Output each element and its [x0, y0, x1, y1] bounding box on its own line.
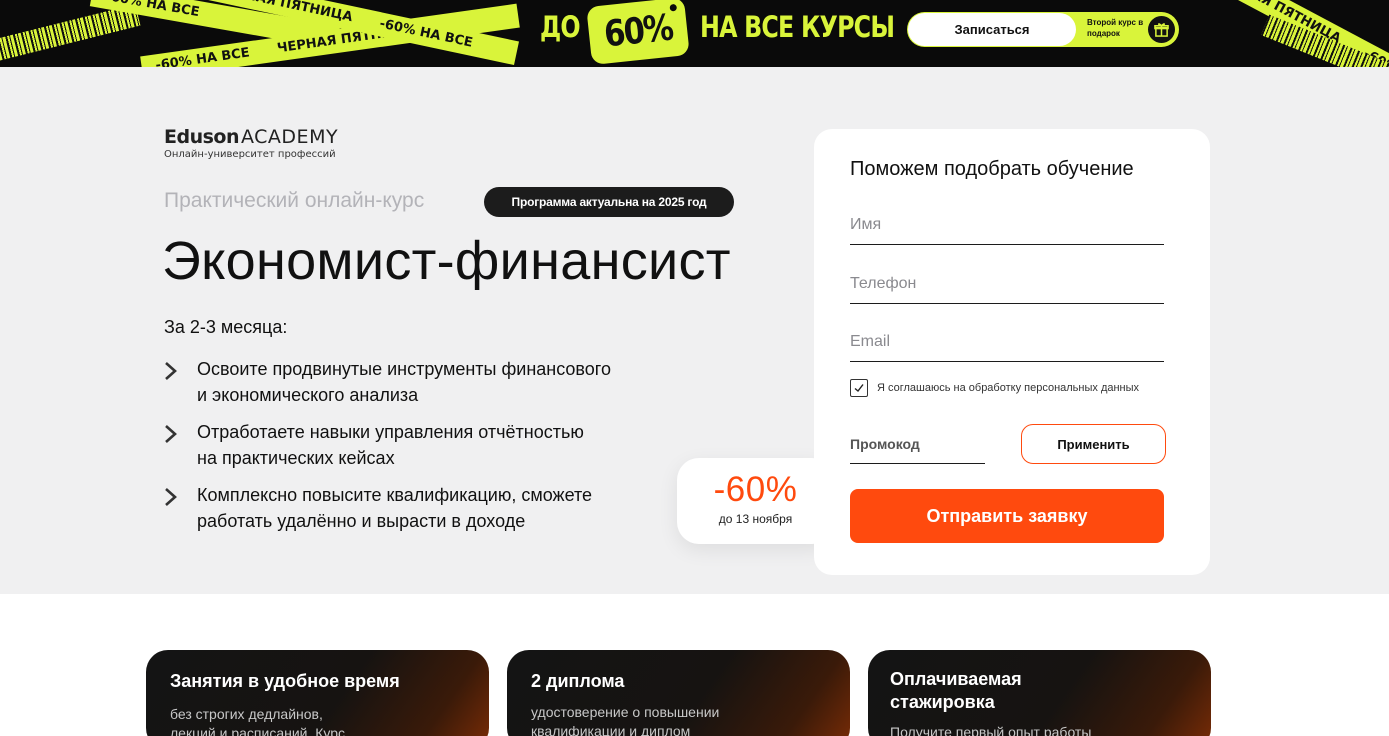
chevron-right-icon [165, 362, 177, 380]
benefits-list: Освоите продвинутые инструменты финансов… [162, 356, 662, 545]
consent-label: Я соглашаюсь на обработку персональных д… [877, 382, 1140, 394]
feature-title: Оплачиваемая стажировка [890, 669, 1022, 712]
discount-value: -60% [713, 470, 798, 509]
discount-deadline: до 13 ноября [718, 512, 793, 526]
course-duration: За 2-3 месяца: [164, 317, 288, 337]
discount-card: -60% до 13 ноября [677, 458, 834, 544]
benefit-line: Комплексно повысите квалификацию, сможет… [197, 485, 593, 505]
promo-code-input[interactable] [850, 424, 985, 464]
feature-text: удостоверение о повышении квалификации и… [531, 704, 720, 736]
feature-card: 2 диплома удостоверение о повышении квал… [507, 650, 850, 736]
banner-headline: ДО 60% НА ВСЕ КУРСЫ [540, 0, 895, 67]
benefit-line: Отработаете навыки управления отчётность… [197, 422, 584, 442]
eduson-logo[interactable]: Eduson ACADEMY Онлайн-университет професс… [164, 127, 338, 160]
tag-hole [669, 3, 678, 12]
feature-title: 2 диплома [531, 671, 625, 691]
enroll-widget: Записаться Второй курс в подарок [907, 12, 1179, 47]
tape-text: -60% НА ВСЕ [154, 45, 251, 67]
lead-form: Поможем подобрать обучение Я соглашаюсь … [814, 129, 1210, 575]
feature-title: Занятия в удобное время [170, 671, 400, 691]
barcode-decoration [0, 4, 141, 62]
submit-application-button[interactable]: Отправить заявку [850, 489, 1164, 543]
benefit-line: и экономического анализа [197, 385, 419, 405]
apply-promo-button[interactable]: Применить [1021, 424, 1166, 464]
course-type: Практический онлайн-курс [164, 189, 425, 212]
email-field[interactable] [850, 322, 1164, 362]
discount-tag: 60% [586, 0, 690, 65]
second-course-text: Второй курс в подарок [1087, 18, 1144, 38]
benefit-item: Отработаете навыки управления отчётность… [162, 419, 662, 471]
banner-prefix: ДО [540, 10, 581, 44]
promo-banner: -60% НА ВСЕ -60% НА ВСЕЧЕРНАЯ ПЯТНИЦА ЧЕ… [0, 0, 1389, 67]
feature-text: Получите первый опыт работы [890, 724, 1092, 736]
feature-card: Занятия в удобное время без строгих дедл… [146, 650, 489, 736]
enroll-button[interactable]: Записаться [908, 13, 1076, 46]
name-field[interactable] [850, 205, 1164, 245]
feature-text: без строгих дедлайнов, лекций и расписан… [170, 706, 346, 736]
logo-brand: Eduson [164, 126, 240, 148]
discount-tag-value: 60% [601, 7, 675, 55]
banner-suffix: НА ВСЕ КУРСЫ [700, 10, 895, 44]
logo-wordmark: Eduson ACADEMY [164, 127, 338, 147]
phone-field[interactable] [850, 264, 1164, 304]
check-icon [854, 384, 864, 393]
gift-icon[interactable] [1148, 16, 1175, 43]
benefit-item: Комплексно повысите квалификацию, сможет… [162, 482, 662, 534]
benefit-line: Освоите продвинутые инструменты финансов… [197, 359, 611, 379]
logo-tagline: Онлайн-университет профессий [164, 149, 336, 160]
page-title: Экономист-финансист [162, 231, 731, 291]
consent-row: Я соглашаюсь на обработку персональных д… [850, 379, 1139, 397]
chevron-right-icon [165, 425, 177, 443]
benefit-line: на практических кейсах [197, 448, 395, 468]
form-title: Поможем подобрать обучение [850, 158, 1134, 180]
benefit-line: работать удалённо и вырасти в доходе [197, 511, 526, 531]
logo-academy: ACADEMY [241, 126, 339, 148]
program-badge: Программа актуальна на 2025 год [484, 187, 734, 217]
chevron-right-icon [165, 488, 177, 506]
consent-checkbox[interactable] [850, 379, 868, 397]
feature-card: Оплачиваемая стажировка Получите первый … [868, 650, 1211, 736]
benefit-item: Освоите продвинутые инструменты финансов… [162, 356, 662, 408]
